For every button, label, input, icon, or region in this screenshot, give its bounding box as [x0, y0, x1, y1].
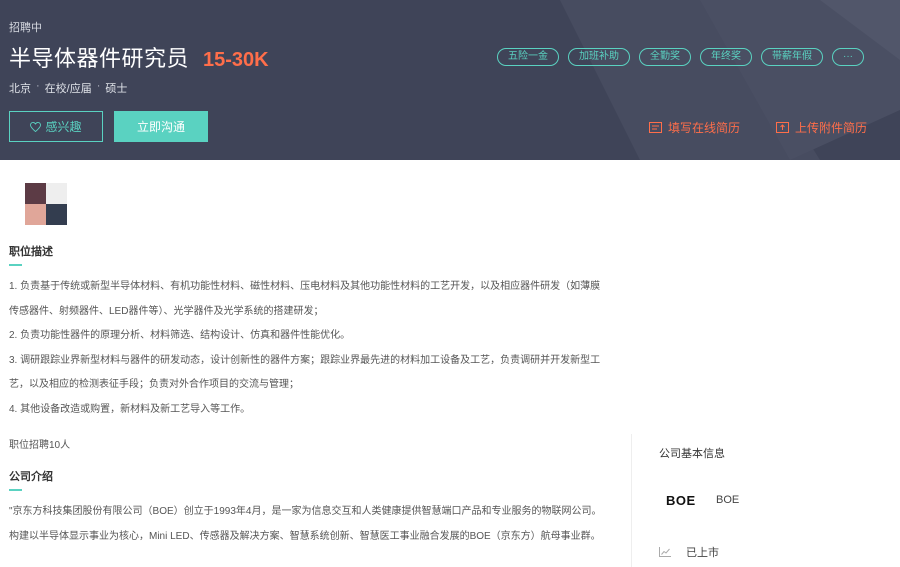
intro-line: 构建以半导体显示事业为核心，Mini LED、传感器及解决方案、智慧系统创新、智…	[9, 530, 601, 542]
benefit-tag: 带薪年假	[761, 48, 823, 66]
company-intro-title: 公司介绍	[9, 471, 53, 483]
description-line: 2. 负责功能性器件的原理分析、材料筛选、结构设计、仿真和器件性能优化。	[9, 330, 351, 341]
title-row: 半导体器件研究员 15-30K	[9, 41, 269, 73]
chart-line-icon	[659, 547, 671, 557]
description-line: 传感器件、射频器件、LED器件等）、光学器件及光学系统的搭建研发；	[9, 305, 324, 317]
section-underline	[9, 264, 22, 266]
headcount: 职位招聘10人	[9, 440, 71, 451]
interest-button-label: 感兴趣	[45, 120, 82, 134]
description-line: 3. 调研跟踪业界新型材料与器件的研发动态，设计创新性的器件方案；跟踪业界最先进…	[9, 354, 601, 366]
job-description-title: 职位描述	[9, 246, 53, 258]
benefit-tag: 五险一金	[497, 48, 559, 66]
boe-logo[interactable]: BOE	[666, 493, 696, 508]
company-logo-thumbnail	[25, 183, 67, 225]
upload-resume-label: 上传附件简历	[795, 121, 868, 135]
upload-icon	[776, 122, 789, 133]
boe-logo-text: BOE	[666, 493, 696, 508]
logo-cell	[25, 204, 46, 225]
sidebar-divider	[631, 434, 632, 567]
meta-degree: 硕士	[105, 83, 128, 95]
meta-city: 北京	[9, 83, 31, 95]
meta-separator: ·	[36, 80, 40, 92]
description-line: 艺，以及相应的检测表征手段；负责对外合作项目的交流与管理；	[9, 379, 299, 390]
interest-button[interactable]: 感兴趣	[9, 111, 103, 142]
chat-now-button[interactable]: 立即沟通	[114, 111, 208, 142]
job-meta: 北京 · 在校/应届 · 硕士	[9, 80, 127, 96]
recruiting-status: 招聘中	[9, 22, 42, 34]
benefit-tag: 年终奖	[700, 48, 752, 66]
intro-line: "京东方科技集团股份有限公司（BOE）创立于1993年4月，是一家为信息交互和人…	[9, 506, 602, 517]
heart-icon	[30, 121, 42, 132]
description-line: 4. 其他设备改造或购置，新材料及新工艺导入等工作。	[9, 403, 251, 415]
listing-status-label: 已上市	[686, 547, 719, 559]
job-header: 招聘中 半导体器件研究员 15-30K 北京 · 在校/应届 · 硕士 五险一金…	[0, 0, 900, 160]
fill-online-resume-label: 填写在线简历	[668, 121, 741, 135]
benefit-tags: 五险一金 加班补助 全勤奖 年终奖 带薪年假 ···	[497, 48, 864, 66]
logo-cell	[46, 183, 67, 204]
company-info-title: 公司基本信息	[659, 448, 725, 460]
chat-now-label: 立即沟通	[136, 120, 185, 134]
salary: 15-30K	[203, 49, 269, 71]
listing-status: 已上市	[659, 544, 719, 560]
job-description-body: 1. 负责基于传统或新型半导体材料、有机功能性材料、磁性材料、压电材料及其他功能…	[9, 275, 609, 422]
logo-cell	[46, 204, 67, 225]
benefit-tag: 全勤奖	[639, 48, 691, 66]
company-name-link[interactable]: BOE	[716, 494, 739, 506]
resume-form-icon	[649, 122, 662, 133]
more-tags-button[interactable]: ···	[832, 48, 864, 66]
job-title: 半导体器件研究员	[9, 46, 190, 71]
section-underline	[9, 489, 22, 491]
logo-cell	[25, 183, 46, 204]
meta-experience: 在校/应届	[44, 83, 92, 95]
fill-online-resume-link[interactable]: 填写在线简历	[649, 119, 740, 136]
company-intro-body: "京东方科技集团股份有限公司（BOE）创立于1993年4月，是一家为信息交互和人…	[9, 500, 609, 549]
description-line: 1. 负责基于传统或新型半导体材料、有机功能性材料、磁性材料、压电材料及其他功能…	[9, 281, 601, 292]
meta-separator: ·	[96, 80, 101, 92]
upload-resume-link[interactable]: 上传附件简历	[776, 119, 867, 136]
benefit-tag: 加班补助	[568, 48, 630, 66]
